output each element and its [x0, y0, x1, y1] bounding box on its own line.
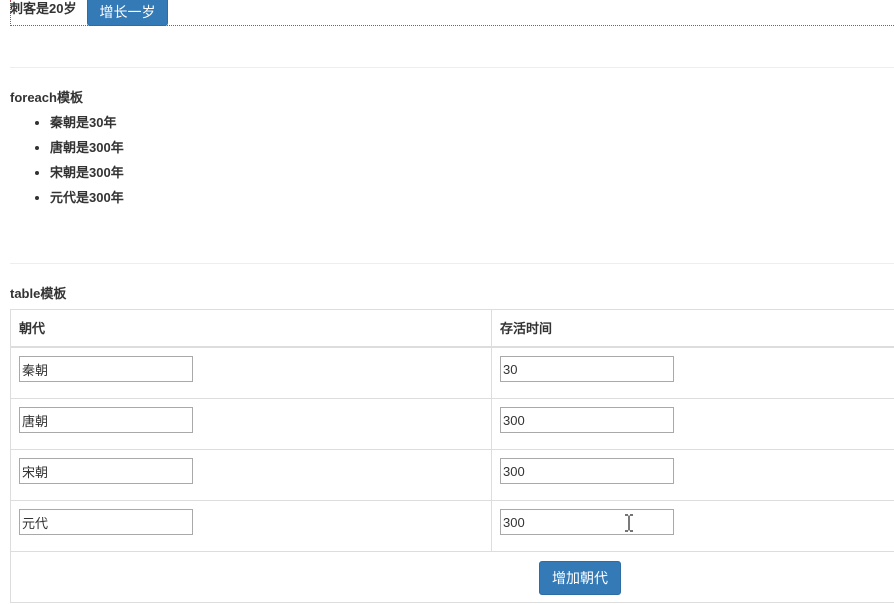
divider — [10, 263, 894, 264]
dynasty-name-input[interactable] — [19, 509, 193, 535]
table-section-title: table模板 — [10, 286, 67, 301]
foreach-section-title: foreach模板 — [10, 90, 83, 105]
dynasty-years-input[interactable] — [500, 407, 674, 433]
row-divider — [11, 398, 894, 399]
dynasty-table: 朝代 存活时间 增加朝代 — [10, 309, 894, 603]
grow-one-year-button[interactable]: 增长一岁 — [87, 0, 168, 26]
row-divider — [11, 500, 894, 501]
divider — [10, 67, 894, 68]
dynasty-name-input[interactable] — [19, 407, 193, 433]
list-item: 唐朝是300年 — [50, 140, 124, 165]
list-item: 元代是300年 — [50, 190, 124, 215]
text-cursor-icon — [625, 514, 633, 532]
column-header-dynasty: 朝代 — [19, 321, 46, 336]
add-dynasty-button[interactable]: 增加朝代 — [539, 561, 621, 595]
header-divider — [11, 346, 894, 348]
row-divider — [11, 449, 894, 450]
dynasty-name-input[interactable] — [19, 356, 193, 382]
list-item: 秦朝是30年 — [50, 115, 124, 140]
dynasty-name-input[interactable] — [19, 458, 193, 484]
dynasty-years-input[interactable] — [500, 509, 674, 535]
row-divider — [11, 551, 894, 552]
dynasty-years-input[interactable] — [500, 458, 674, 484]
dynasty-years-input[interactable] — [500, 356, 674, 382]
list-item: 宋朝是300年 — [50, 165, 124, 190]
column-header-duration: 存活时间 — [500, 321, 553, 336]
age-text: 刺客是20岁 — [10, 1, 77, 16]
dynasty-list: 秦朝是30年 唐朝是300年 宋朝是300年 元代是300年 — [10, 115, 124, 215]
